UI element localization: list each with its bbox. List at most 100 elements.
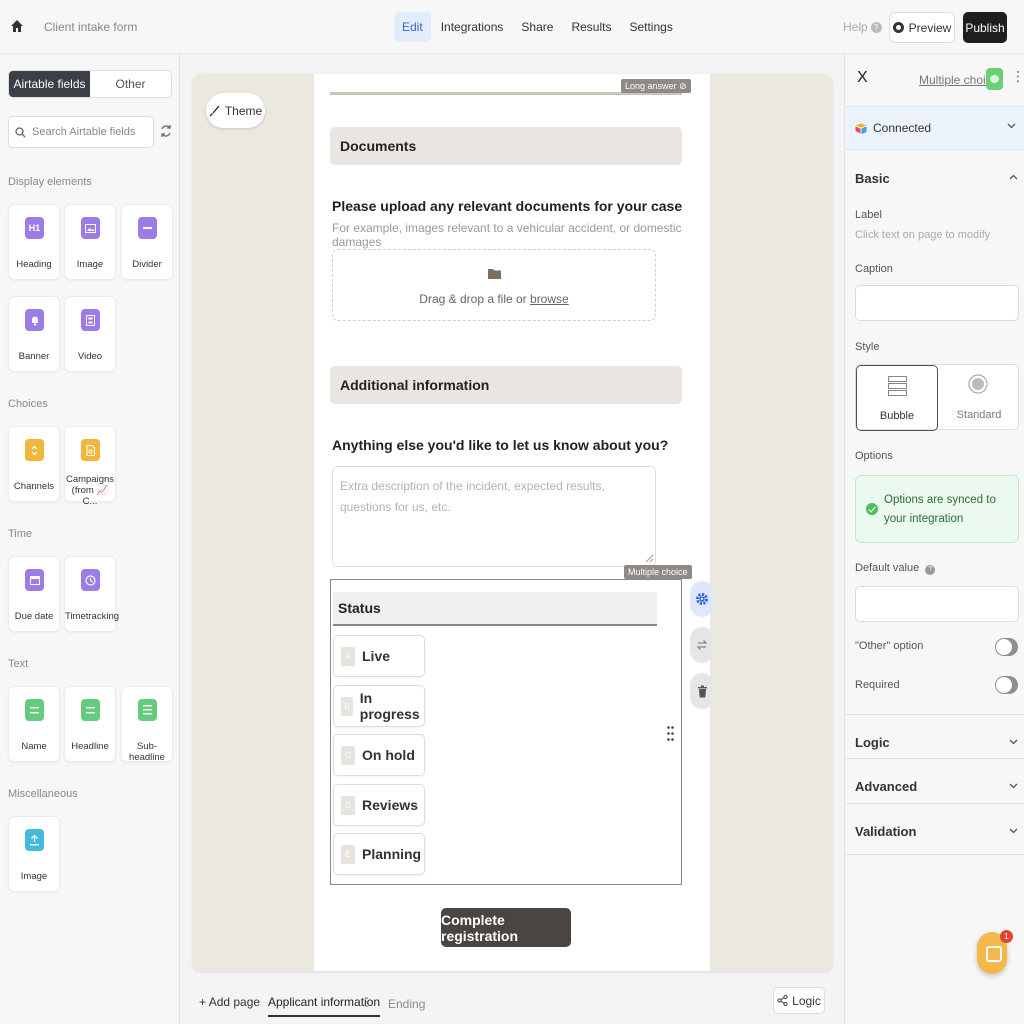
form-title[interactable]: Client intake form	[44, 20, 137, 34]
choice-label: Live	[362, 648, 391, 664]
tab-edit[interactable]: Edit	[394, 12, 431, 42]
close-icon[interactable]: X	[857, 69, 868, 87]
heading-icon: H1	[25, 217, 44, 239]
logic-label: Logic	[792, 993, 821, 1008]
field-tile-name[interactable]: Name	[8, 686, 60, 762]
options-synced-notice: Options are synced to your integration	[855, 475, 1019, 543]
plus-icon: +	[199, 995, 209, 1009]
chevron-down-icon[interactable]	[1009, 739, 1018, 745]
help-link[interactable]: Help ?	[843, 20, 882, 34]
chevron-down-icon[interactable]	[1009, 783, 1018, 789]
field-tile-banner[interactable]: Banner	[8, 296, 60, 372]
info-icon[interactable]: ?	[925, 565, 936, 575]
field-tile-video[interactable]: Video	[64, 296, 116, 372]
advanced-section-header[interactable]: Advanced	[855, 779, 917, 794]
choice-option[interactable]: A Live	[333, 635, 425, 677]
field-tile-headline[interactable]: Headline	[64, 686, 116, 762]
choice-option[interactable]: E Planning	[333, 833, 425, 875]
field-tile-heading[interactable]: H1 Heading	[8, 204, 60, 280]
status-label[interactable]: Status	[333, 592, 657, 626]
add-page-label: Add page	[208, 995, 261, 1009]
eye-off-icon: ⊘	[679, 81, 687, 91]
drag-handle-icon[interactable]	[667, 726, 674, 741]
tab-share[interactable]: Share	[513, 12, 561, 42]
connected-label: Connected	[873, 121, 932, 135]
anything-question[interactable]: Anything else you'd like to let us know …	[332, 437, 668, 453]
resize-handle-icon[interactable]	[645, 554, 654, 563]
field-tile-timetracking[interactable]: Timetracking	[64, 556, 119, 632]
eye-icon	[892, 22, 904, 33]
upload-instruction: Drag & drop a file or browse	[333, 292, 655, 306]
field-tile-sub-headline[interactable]: Sub-headline	[121, 686, 173, 763]
bell-icon	[25, 309, 44, 331]
default-value-label: Default value ?	[855, 562, 936, 575]
other-option-toggle[interactable]	[995, 638, 1018, 656]
home-icon[interactable]	[10, 19, 24, 33]
tab-results[interactable]: Results	[563, 12, 619, 42]
preview-label: Preview	[908, 20, 952, 35]
choice-key: E	[341, 844, 355, 864]
default-value-input[interactable]	[855, 586, 1019, 622]
delete-field-button[interactable]	[690, 673, 714, 709]
choice-label: Reviews	[362, 797, 419, 813]
choice-option[interactable]: B In progress	[333, 685, 425, 727]
more-options-icon[interactable]: ⋮	[1011, 68, 1024, 85]
documents-heading[interactable]: Documents	[330, 127, 682, 165]
style-option-standard[interactable]: Standard	[938, 365, 1020, 431]
synced-text: Options are synced to your integration	[884, 494, 996, 525]
validation-section-header[interactable]: Validation	[855, 824, 916, 839]
complete-registration-button[interactable]: Complete registration	[441, 908, 571, 947]
field-tile-label: Banner	[18, 351, 50, 362]
field-tile-channels[interactable]: Channels	[8, 426, 60, 502]
swap-field-button[interactable]	[690, 627, 714, 663]
connected-section[interactable]: Connected	[845, 106, 1024, 150]
chevron-up-icon[interactable]	[1009, 174, 1018, 180]
long-text-icon	[138, 699, 157, 721]
file-upload-dropzone[interactable]: Drag & drop a file or browse	[332, 249, 656, 321]
basic-section-header[interactable]: Basic	[855, 171, 890, 186]
field-tile-image[interactable]: Image	[64, 204, 116, 280]
field-tile-due-date[interactable]: Due date	[8, 556, 60, 632]
select-icon	[25, 439, 44, 461]
upload-caption[interactable]: For example, images relevant to a vehicu…	[332, 221, 710, 249]
refresh-icon[interactable]	[160, 124, 172, 138]
publish-button[interactable]: Publish	[963, 12, 1007, 43]
tab-integrations[interactable]: Integrations	[433, 12, 512, 42]
section-display-elements: Display elements	[8, 176, 92, 188]
section-time: Time	[8, 528, 33, 540]
choice-option[interactable]: D Reviews	[333, 784, 425, 826]
field-tile-image-upload[interactable]: Image	[8, 816, 60, 892]
logic-section-header[interactable]: Logic	[855, 735, 890, 750]
field-tile-label: Image	[76, 259, 104, 270]
page-tab-ending[interactable]: Ending	[388, 997, 425, 1011]
long-answer-tag: Long answer ⊘	[621, 79, 691, 93]
additional-info-textarea[interactable]: Extra description of the incident, expec…	[332, 466, 656, 567]
field-settings-button[interactable]	[690, 581, 714, 617]
caption-input[interactable]	[855, 285, 1019, 321]
field-tile-campaigns[interactable]: Campaigns (from 📈 C...	[64, 426, 116, 507]
field-search[interactable]: Search Airtable fields	[8, 116, 154, 148]
segment-airtable-fields[interactable]: Airtable fields	[9, 71, 90, 97]
additional-info-heading[interactable]: Additional information	[330, 366, 682, 404]
tab-settings[interactable]: Settings	[621, 12, 680, 42]
upload-question[interactable]: Please upload any relevant documents for…	[332, 198, 682, 214]
section-choices: Choices	[8, 398, 48, 410]
preview-button[interactable]: Preview	[889, 12, 955, 43]
search-input[interactable]: Search Airtable fields	[32, 126, 135, 138]
field-tile-label: Due date	[14, 611, 54, 622]
chevron-down-icon[interactable]	[1009, 828, 1018, 834]
multiple-choice-tag: Multiple choice	[624, 565, 692, 579]
theme-button[interactable]: Theme	[206, 93, 265, 128]
choice-option[interactable]: C On hold	[333, 734, 425, 776]
required-toggle[interactable]	[995, 676, 1018, 694]
field-tile-divider[interactable]: Divider	[121, 204, 173, 280]
style-option-bubble[interactable]: Bubble	[856, 365, 938, 431]
segment-other[interactable]: Other	[90, 71, 171, 97]
page-options-icon[interactable]: ⋮	[361, 995, 373, 1009]
field-tile-label: Sub-headline	[129, 741, 165, 763]
divider-icon	[138, 217, 157, 239]
logic-button[interactable]: Logic	[773, 987, 825, 1014]
browse-link[interactable]: browse	[530, 292, 569, 306]
multiple-choice-field[interactable]: Status A Live B In progress C On hold D …	[330, 579, 682, 885]
add-page-button[interactable]: + Add page	[199, 995, 260, 1009]
